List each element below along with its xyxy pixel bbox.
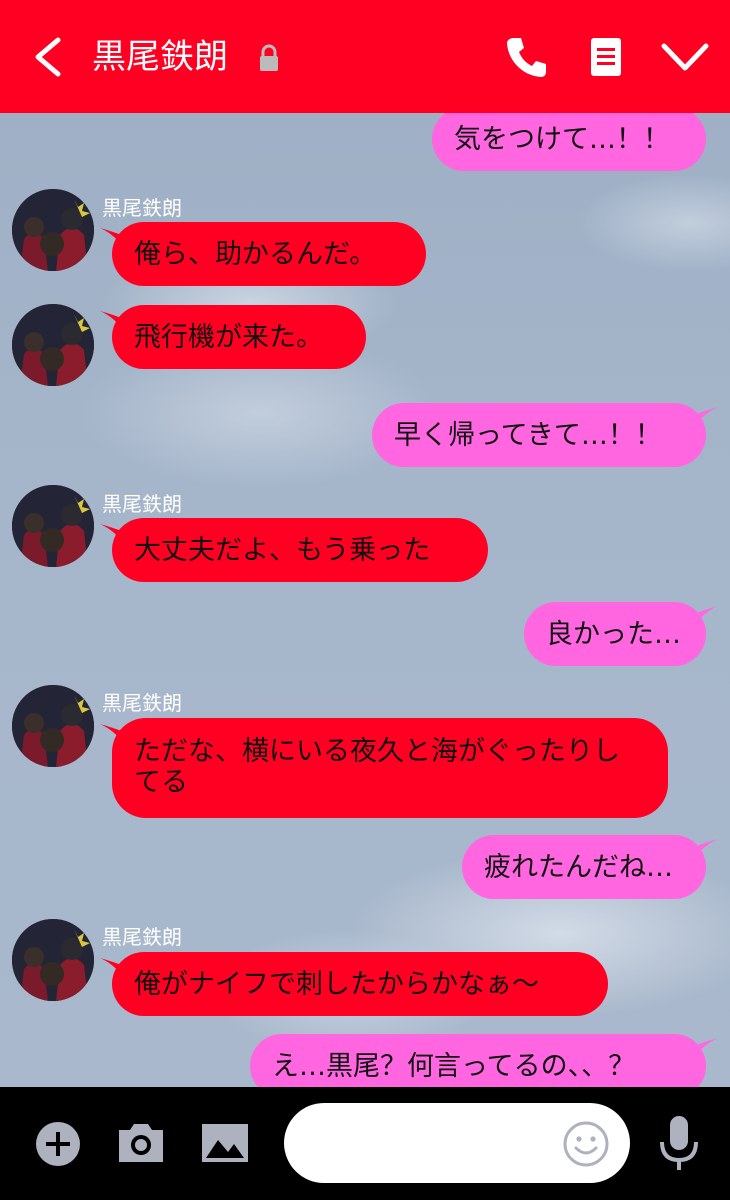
sender-name: 黒尾鉄朗 — [102, 925, 182, 949]
message-bubble-received[interactable]: 俺ら、助かるんだ。 — [112, 222, 426, 286]
message-bubble-sent[interactable]: 疲れたんだね… — [462, 835, 706, 899]
message-bubble-received[interactable]: 飛行機が来た。 — [112, 305, 366, 369]
back-icon[interactable] — [28, 34, 68, 80]
chat-area[interactable]: 気をつけて…！！ 黒尾鉄朗 俺ら、助かるんだ。 飛行機が来た。 早く帰ってきて…… — [0, 113, 730, 1087]
phone-icon[interactable] — [504, 34, 550, 80]
chat-header: 黒尾鉄朗 — [0, 0, 730, 113]
mic-icon[interactable] — [656, 1114, 702, 1174]
message-bubble-sent[interactable]: 良かった… — [524, 602, 706, 666]
lock-icon — [260, 44, 278, 71]
avatar[interactable] — [12, 189, 94, 271]
avatar[interactable] — [12, 485, 94, 567]
avatar[interactable] — [12, 304, 94, 386]
emoji-icon[interactable] — [562, 1120, 610, 1168]
chat-title: 黒尾鉄朗 — [92, 37, 228, 77]
message-bubble-sent[interactable]: え…黒尾？何言ってるの、、？ — [250, 1034, 706, 1087]
message-bubble-received[interactable]: 大丈夫だよ、もう乗った — [112, 518, 488, 582]
sender-name: 黒尾鉄朗 — [102, 492, 182, 516]
message-bubble-sent[interactable]: 気をつけて…！！ — [432, 113, 706, 171]
plus-icon[interactable] — [34, 1120, 82, 1168]
message-bubble-received[interactable]: ただな、横にいる夜久と海がぐったりしてる — [112, 718, 668, 818]
avatar[interactable] — [12, 685, 94, 767]
sender-name: 黒尾鉄朗 — [102, 691, 182, 715]
notes-icon[interactable] — [586, 34, 626, 80]
sender-name: 黒尾鉄朗 — [102, 196, 182, 220]
avatar[interactable] — [12, 919, 94, 1001]
image-icon[interactable] — [200, 1120, 250, 1164]
camera-icon[interactable] — [116, 1120, 166, 1164]
chevron-down-icon[interactable] — [660, 36, 710, 78]
message-bubble-sent[interactable]: 早く帰ってきて…！！ — [372, 403, 706, 467]
message-bubble-received[interactable]: 俺がナイフで刺したからかなぁ～ — [112, 952, 608, 1016]
